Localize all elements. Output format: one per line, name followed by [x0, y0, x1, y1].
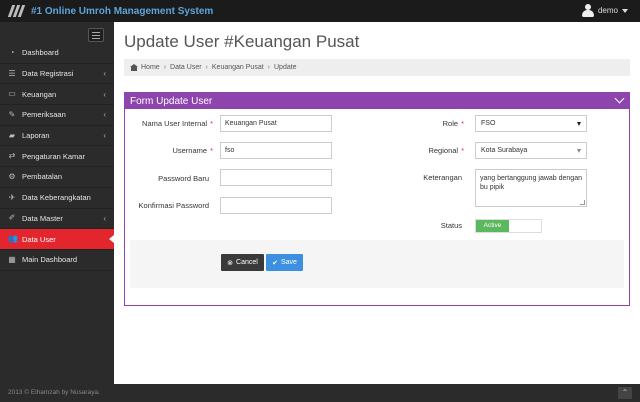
brand[interactable]: #1 Online Umroh Management System: [7, 4, 214, 18]
role-selected-value: FSO: [481, 120, 496, 127]
status-toggle[interactable]: Active: [475, 219, 542, 233]
keterangan-text: yang bertanggung jawab dengan bu pipik: [480, 175, 582, 191]
home-icon: [130, 64, 138, 71]
breadcrumb: Home › Data User › Keuangan Pusat › Upda…: [124, 59, 630, 76]
sidebar-item-pembatalan[interactable]: ⚙ Pembatalan: [0, 167, 114, 188]
sidebar-item-pengaturan-kamar[interactable]: ⇄ Pengaturan Kamar: [0, 146, 114, 168]
sidebar-menu: ◔ Dashboard ☰ Data Registrasi ‹ ▭ Keuangan ‹ ✎ Pe…: [0, 43, 114, 271]
konfirmasi-input[interactable]: [220, 197, 332, 214]
random-icon: ⇄: [8, 151, 16, 161]
sidebar: ◔ Dashboard ☰ Data Registrasi ‹ ▭ Keuangan ‹ ✎ Pe…: [0, 22, 114, 384]
sidebar-item-pemeriksaan[interactable]: ✎ Pemeriksaan ‹: [0, 105, 114, 126]
keterangan-label: Keterangan: [423, 173, 462, 182]
footer-text: 2013 © Elhamzah by Nusaraya.: [8, 389, 100, 396]
role-select[interactable]: FSO: [475, 115, 587, 132]
users-icon: 👥: [8, 234, 18, 244]
panel-heading: Form Update User: [125, 93, 629, 109]
top-navbar: #1 Online Umroh Management System demo: [0, 0, 640, 22]
page-title: Update User #Keuangan Pusat: [124, 32, 360, 51]
username-input[interactable]: fso: [220, 142, 332, 159]
cancel-icon: ⊗: [227, 259, 234, 267]
cancel-label: Cancel: [236, 259, 258, 266]
scroll-top-button[interactable]: ⌃: [618, 387, 632, 399]
regional-select[interactable]: Kota Surabaya: [475, 142, 587, 159]
chevron-right-icon: ›: [267, 64, 270, 71]
form-actions: ⊗ Cancel ✔ Save: [130, 240, 624, 288]
chevron-left-icon: ‹: [103, 89, 106, 99]
save-label: Save: [280, 259, 297, 266]
resize-handle-icon[interactable]: [580, 200, 585, 205]
sidebar-toggle-button[interactable]: [88, 28, 104, 42]
chevron-down-icon: [622, 8, 628, 13]
status-label: Status: [440, 221, 462, 230]
plane-icon: ✈: [8, 192, 16, 202]
role-label: Role *: [442, 119, 464, 128]
money-icon: ▭: [8, 89, 16, 99]
chevron-left-icon: ‹: [103, 213, 106, 223]
nama-label: Nama User Internal *: [142, 119, 213, 128]
sidebar-item-label: Data Registrasi: [22, 69, 74, 79]
sidebar-item-label: Dashboard: [22, 48, 59, 58]
password-label: Password Baru: [158, 174, 209, 183]
breadcrumb-home[interactable]: Home: [141, 64, 160, 71]
regional-selected-value: Kota Surabaya: [481, 147, 528, 154]
form-panel: Form Update User Nama User Internal * Keu…: [124, 92, 630, 306]
check-icon: ✔: [272, 259, 278, 267]
dashboard-icon: ◔: [9, 47, 15, 57]
chevron-left-icon: ‹: [103, 69, 106, 79]
sidebar-item-label: Keuangan: [22, 89, 57, 99]
grid-icon: ▦: [8, 254, 16, 264]
logo-icon: [7, 5, 26, 17]
chevron-right-icon: ›: [205, 64, 208, 71]
breadcrumb-current: Update: [274, 64, 297, 71]
sidebar-item-label: Data User: [22, 234, 56, 244]
select-arrow-icon: [577, 149, 581, 153]
edit-icon: ✐: [8, 213, 16, 223]
user-avatar-icon: [581, 4, 594, 17]
breadcrumb-data-user[interactable]: Data User: [170, 64, 202, 71]
sidebar-item-data-user[interactable]: 👥 Data User: [0, 229, 114, 250]
sidebar-item-label: Main Dashboard: [22, 255, 78, 265]
save-button[interactable]: ✔ Save: [266, 254, 303, 271]
gear-icon: ⚙: [8, 171, 16, 181]
folder-icon: ▰: [8, 130, 16, 140]
app-title: #1 Online Umroh Management System: [31, 5, 214, 17]
sidebar-item-laporan[interactable]: ▰ Laporan ‹: [0, 126, 114, 147]
sidebar-item-dashboard[interactable]: ◔ Dashboard: [0, 43, 114, 64]
sidebar-item-label: Pembatalan: [22, 172, 63, 182]
password-input[interactable]: [220, 169, 332, 186]
regional-label: Regional *: [428, 146, 464, 155]
keterangan-textarea[interactable]: yang bertanggung jawab dengan bu pipik: [475, 169, 587, 207]
check-icon: ✎: [8, 109, 16, 119]
sidebar-item-label: Data Keberangkatan: [22, 193, 91, 203]
sidebar-item-data-keberangkatan[interactable]: ✈ Data Keberangkatan: [0, 188, 114, 209]
chevron-left-icon: ‹: [103, 131, 106, 141]
main-content: Update User #Keuangan Pusat Home › Data …: [114, 22, 640, 384]
chevron-right-icon: ›: [163, 64, 167, 71]
footer: 2013 © Elhamzah by Nusaraya. ⌃: [0, 384, 640, 402]
user-name: demo: [597, 6, 618, 15]
panel-title: Form Update User: [130, 95, 213, 107]
sidebar-item-label: Pengaturan Kamar: [22, 151, 85, 161]
sidebar-item-label: Pemeriksaan: [22, 110, 66, 120]
sidebar-item-keuangan[interactable]: ▭ Keuangan ‹: [0, 84, 114, 106]
breadcrumb-user[interactable]: Keuangan Pusat: [212, 64, 264, 71]
chevron-left-icon: ‹: [103, 110, 106, 120]
status-on-label: Active: [476, 220, 509, 232]
select-arrow-icon: [577, 122, 581, 126]
sidebar-item-label: Laporan: [22, 131, 50, 141]
sidebar-item-data-master[interactable]: ✐ Data Master ‹: [0, 209, 114, 230]
collapse-chevron-icon[interactable]: [614, 93, 625, 104]
cancel-button[interactable]: ⊗ Cancel: [221, 254, 264, 271]
konfirmasi-label: Konfirmasi Password: [138, 201, 209, 210]
sidebar-item-main-dashboard[interactable]: ▦ Main Dashboard: [0, 250, 114, 271]
sidebar-item-data-registrasi[interactable]: ☰ Data Registrasi ‹: [0, 64, 114, 85]
list-icon: ☰: [8, 68, 16, 78]
nama-input[interactable]: Keuangan Pusat: [220, 115, 332, 132]
user-menu[interactable]: demo: [581, 4, 628, 17]
username-label: Username *: [172, 146, 213, 155]
sidebar-item-label: Data Master: [22, 213, 63, 223]
